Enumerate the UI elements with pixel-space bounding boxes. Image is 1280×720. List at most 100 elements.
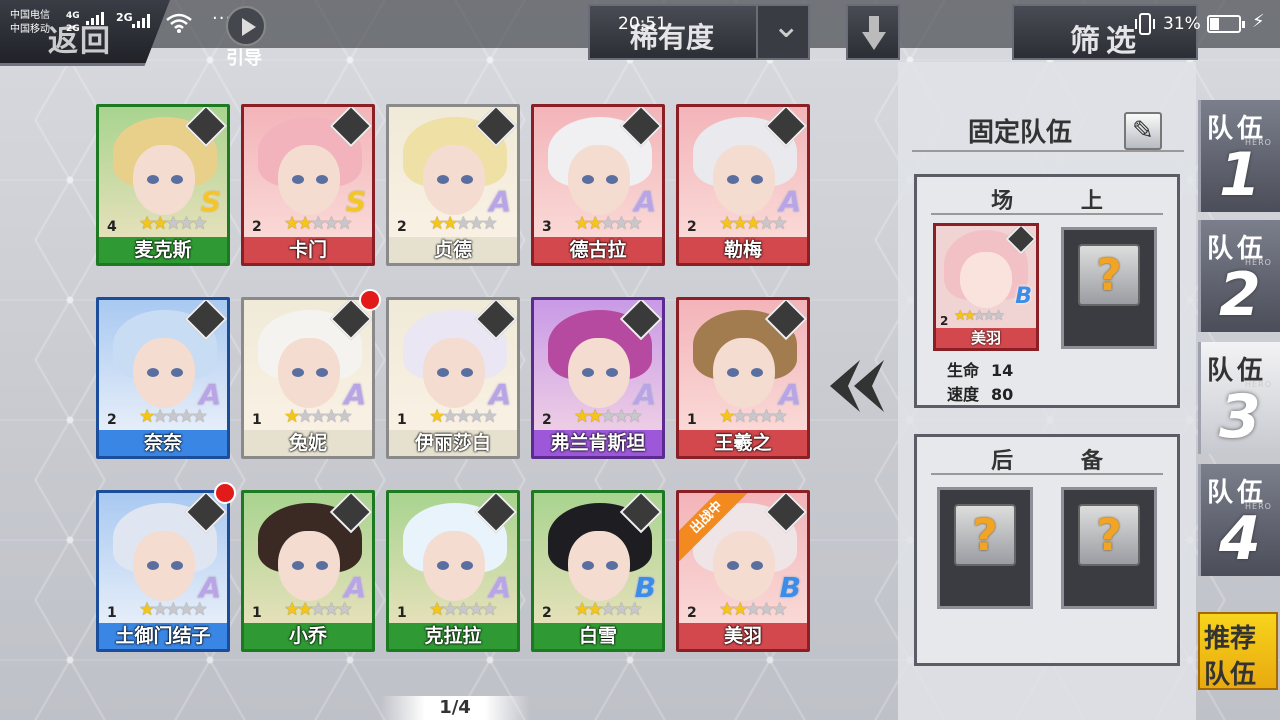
hero-face	[568, 145, 630, 215]
hero-name: 土御门结子	[99, 623, 227, 649]
sort-order-arrow-icon[interactable]	[846, 4, 900, 60]
empty-slot[interactable]: ?	[1061, 227, 1157, 349]
star-empty-icon: ★	[771, 213, 788, 234]
tab-team-1[interactable]: 队伍 HERO 1	[1198, 100, 1280, 212]
star-filled-icon: ★	[587, 213, 603, 234]
star-empty-icon: ★	[600, 406, 616, 427]
hero-level: 1	[397, 605, 407, 621]
star-filled-icon: ★	[719, 599, 735, 620]
star-empty-icon: ★	[336, 406, 353, 427]
empty-slot[interactable]: ?	[1061, 487, 1157, 609]
hero-level: 1	[252, 605, 262, 621]
hero-level: 1	[107, 605, 117, 621]
hero-stars: ★★★★★	[719, 213, 788, 234]
hero-stars: ★★★★★	[574, 406, 643, 427]
stat-speed-label: 速度	[947, 385, 980, 404]
tab-team-3[interactable]: 队伍 HERO 3	[1198, 342, 1280, 454]
hero-card[interactable]: S 4 ★★★★★ 麦克斯	[96, 104, 230, 266]
star-filled-icon: ★	[574, 213, 590, 234]
hero-card[interactable]: A 2 ★★★★★ 奈奈	[96, 297, 230, 459]
signal-icon-2	[132, 14, 150, 28]
stat-speed: 速度 80	[947, 381, 1013, 405]
hero-stars: ★★★★★	[284, 213, 353, 234]
star-filled-icon: ★	[442, 213, 458, 234]
guide-button[interactable]: 引导	[222, 6, 272, 69]
recommend-team-button[interactable]: 推荐 队伍	[1198, 612, 1278, 690]
edit-team-button[interactable]	[1124, 112, 1162, 150]
carrier-2: 中国移动	[10, 24, 50, 35]
hero-name: 贞德	[389, 237, 517, 263]
tab-team-4[interactable]: 队伍 HERO 4	[1198, 464, 1280, 576]
hero-card[interactable]: A 1 ★★★★★ 小乔	[241, 490, 375, 652]
chevron-down-icon[interactable]	[756, 6, 808, 58]
star-empty-icon: ★	[758, 213, 774, 234]
hero-face	[423, 531, 485, 601]
hero-eye	[751, 368, 763, 377]
team-member-card[interactable]: B 2 ★★★★★ 美羽	[933, 223, 1039, 351]
hero-card[interactable]: A 2 ★★★★★ 弗兰肯斯坦	[531, 297, 665, 459]
hero-name: 弗兰肯斯坦	[534, 430, 662, 456]
arrow-right-icon	[830, 360, 884, 412]
hero-card[interactable]: A 2 ★★★★★ 勒梅	[676, 104, 810, 266]
hero-card[interactable]: A 1 ★★★★★ 土御门结子	[96, 490, 230, 652]
hero-eye	[727, 561, 739, 570]
team-title: 固定队伍	[968, 118, 1073, 148]
hero-eye	[437, 175, 449, 184]
hero-level: 2	[107, 412, 117, 428]
hero-eye	[727, 368, 739, 377]
hero-name: 伊丽莎白	[389, 430, 517, 456]
hero-card[interactable]: A 3 ★★★★★ 德古拉	[531, 104, 665, 266]
star-filled-icon: ★	[284, 599, 300, 620]
star-empty-icon: ★	[468, 213, 484, 234]
hero-card[interactable]: B 2 ★★★★★ 白雪	[531, 490, 665, 652]
hero-face	[568, 531, 630, 601]
hero-eye	[582, 561, 594, 570]
star-empty-icon: ★	[165, 213, 181, 234]
star-empty-icon: ★	[336, 213, 353, 234]
on-field-divider	[931, 213, 1163, 215]
hero-card[interactable]: S 2 ★★★★★ 卡门	[241, 104, 375, 266]
star-empty-icon: ★	[336, 599, 353, 620]
hero-face	[423, 145, 485, 215]
hero-card[interactable]: A 1 ★★★★★ 伊丽莎白	[386, 297, 520, 459]
star-empty-icon: ★	[481, 406, 498, 427]
hero-card[interactable]: A 1 ★★★★★ 克拉拉	[386, 490, 520, 652]
signal-icon	[86, 12, 104, 25]
tab-team-2[interactable]: 队伍 HERO 2	[1198, 220, 1280, 332]
hero-eye	[437, 368, 449, 377]
hero-face	[423, 338, 485, 408]
hero-card[interactable]: A 1 ★★★★★ 王羲之	[676, 297, 810, 459]
hero-eye	[606, 175, 618, 184]
question-icon: ?	[954, 504, 1016, 566]
star-empty-icon: ★	[191, 213, 208, 234]
hero-stars: ★★★★★	[429, 213, 498, 234]
star-empty-icon: ★	[600, 213, 616, 234]
star-empty-icon: ★	[323, 213, 339, 234]
wifi-icon	[166, 13, 192, 33]
reserve-divider	[931, 473, 1163, 475]
star-empty-icon: ★	[613, 213, 629, 234]
empty-slot[interactable]: ?	[937, 487, 1033, 609]
hero-stars: ★★★★★	[284, 599, 353, 620]
hero-eye	[727, 175, 739, 184]
stat-hp-label: 生命	[947, 361, 980, 380]
star-empty-icon: ★	[732, 406, 748, 427]
member-level: 2	[940, 314, 949, 328]
hero-card[interactable]: A 2 ★★★★★ 贞德	[386, 104, 520, 266]
hero-face	[568, 338, 630, 408]
hero-card[interactable]: A 1 ★★★★★ 兔妮	[241, 297, 375, 459]
hero-eye	[582, 368, 594, 377]
star-filled-icon: ★	[139, 599, 155, 620]
hero-face	[278, 145, 340, 215]
hero-level: 1	[687, 412, 697, 428]
hero-card[interactable]: B 2 ★★★★★ 美羽 出战中	[676, 490, 810, 652]
star-filled-icon: ★	[719, 213, 735, 234]
page-indicator: 1/4	[439, 697, 471, 718]
reserve-box: 后 备 ? ?	[914, 434, 1180, 666]
star-filled-icon: ★	[574, 406, 590, 427]
star-empty-icon: ★	[178, 213, 194, 234]
hero-stars: ★★★★★	[429, 406, 498, 427]
star-empty-icon: ★	[468, 599, 484, 620]
network-type-1: 4G 2G	[66, 10, 80, 36]
star-empty-icon: ★	[481, 599, 498, 620]
